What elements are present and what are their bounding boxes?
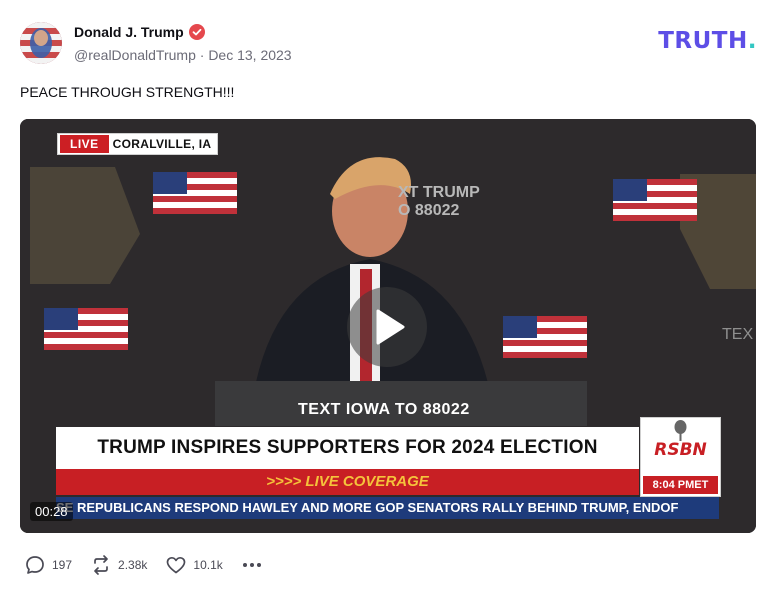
news-ticker: SE REPUBLICANS RESPOND HAWLEY AND MORE G… <box>56 497 719 519</box>
network-logo: RSBN <box>654 440 707 460</box>
more-options-button[interactable] <box>241 554 263 576</box>
podium-sign: TEXT IOWA TO 88022 <box>298 401 470 418</box>
comment-icon <box>26 556 44 574</box>
live-badge: LIVE <box>60 135 109 153</box>
network-bug: RSBN 8:04 PMET <box>640 417 721 497</box>
retruth-count: 2.38k <box>118 558 148 572</box>
retruth-icon <box>94 555 108 575</box>
live-coverage-bar: >>>> LIVE COVERAGE <box>56 469 639 495</box>
live-coverage-label: >>>> LIVE COVERAGE <box>266 473 429 490</box>
play-icon <box>376 309 405 345</box>
avatar[interactable] <box>20 22 62 64</box>
post-actions: 197 2.38k 10.1k <box>24 554 281 576</box>
reply-count: 197 <box>52 558 73 572</box>
reply-button[interactable]: 197 <box>24 554 72 576</box>
like-button[interactable]: 10.1k <box>165 554 223 576</box>
live-location-tag: LIVE CORALVILLE, IA <box>57 133 219 155</box>
location-label: CORALVILLE, IA <box>112 137 212 151</box>
author-name[interactable]: Donald J. Trump <box>74 24 205 40</box>
heart-icon <box>167 556 186 574</box>
post-date[interactable]: Dec 13, 2023 <box>208 47 291 63</box>
backdrop-text-right: TEX <box>722 326 753 343</box>
play-button[interactable] <box>347 287 427 367</box>
network-time: 8:04 PMET <box>643 476 718 494</box>
like-count: 10.1k <box>193 558 223 572</box>
truth-logo[interactable]: TRUTH. <box>658 28 757 54</box>
post-text: PEACE THROUGH STRENGTH!!! <box>20 84 235 100</box>
verified-badge-icon <box>188 24 205 40</box>
lower-third-headline: TRUMP INSPIRES SUPPORTERS FOR 2024 ELECT… <box>56 427 639 469</box>
post-header: Donald J. Trump @realDonaldTrump · Dec 1… <box>20 22 757 66</box>
arrows-decoration: >>>> <box>266 473 302 490</box>
separator: · <box>199 47 205 63</box>
video-timestamp: 00:28 <box>30 502 73 521</box>
retruth-button[interactable]: 2.38k <box>90 554 147 576</box>
more-icon <box>242 563 261 567</box>
author-handle-and-date: @realDonaldTrump · Dec 13, 2023 <box>74 47 292 63</box>
author-handle[interactable]: @realDonaldTrump <box>74 47 196 63</box>
backdrop-text-1: XT TRUMP <box>398 184 480 201</box>
video-player[interactable]: XT TRUMP O 88022 TEX LIVE CORALVILLE, IA… <box>20 119 756 533</box>
backdrop-text-2: O 88022 <box>398 202 459 219</box>
